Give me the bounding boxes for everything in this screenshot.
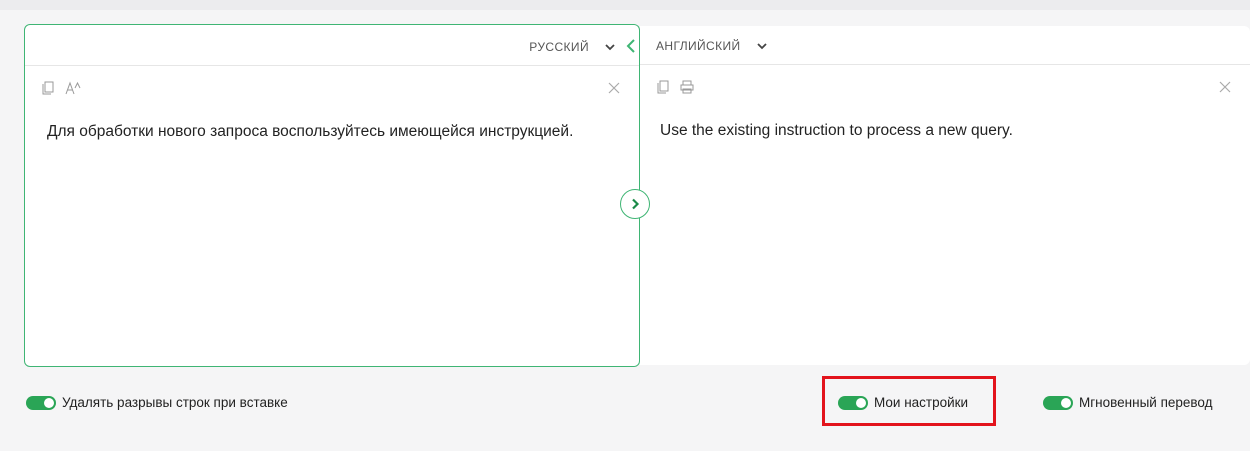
copy-icon[interactable] <box>41 81 55 95</box>
translator: РУССКИЙ Для обработки нового запроса вос… <box>24 24 1250 367</box>
source-panel: РУССКИЙ Для обработки нового запроса вос… <box>24 24 640 367</box>
source-language-select[interactable]: РУССКИЙ <box>529 40 615 54</box>
instant-translation-label: Мгновенный перевод <box>1079 395 1213 410</box>
toggle-switch[interactable] <box>26 395 56 410</box>
highlight-box <box>822 376 996 426</box>
chevron-down-icon <box>756 43 767 50</box>
instant-translation-toggle[interactable]: Мгновенный перевод <box>1043 395 1213 410</box>
font-size-icon[interactable] <box>65 81 81 95</box>
toggle-switch[interactable] <box>1043 395 1073 410</box>
print-icon[interactable] <box>680 80 694 94</box>
source-language-label: РУССКИЙ <box>529 40 589 54</box>
chevron-down-icon <box>605 44 615 51</box>
target-toolbar <box>656 80 694 94</box>
remove-breaks-toggle[interactable]: Удалять разрывы строк при вставке <box>26 395 288 410</box>
close-icon[interactable] <box>1218 80 1232 94</box>
divider <box>25 65 639 66</box>
source-text[interactable]: Для обработки нового запроса воспользуйт… <box>47 119 579 144</box>
close-icon[interactable] <box>607 81 621 95</box>
translate-button[interactable] <box>620 189 650 219</box>
remove-breaks-label: Удалять разрывы строк при вставке <box>62 395 288 410</box>
target-language-select[interactable]: АНГЛИЙСКИЙ <box>656 39 767 53</box>
target-text: Use the existing instruction to process … <box>660 122 1013 139</box>
divider <box>640 64 1250 65</box>
copy-icon[interactable] <box>656 80 670 94</box>
chevron-right-icon <box>632 198 640 210</box>
source-toolbar <box>41 81 81 95</box>
target-panel: АНГЛИЙСКИЙ Use the existing instruction … <box>640 26 1250 365</box>
target-language-label: АНГЛИЙСКИЙ <box>656 39 741 53</box>
top-strip <box>0 0 1250 10</box>
